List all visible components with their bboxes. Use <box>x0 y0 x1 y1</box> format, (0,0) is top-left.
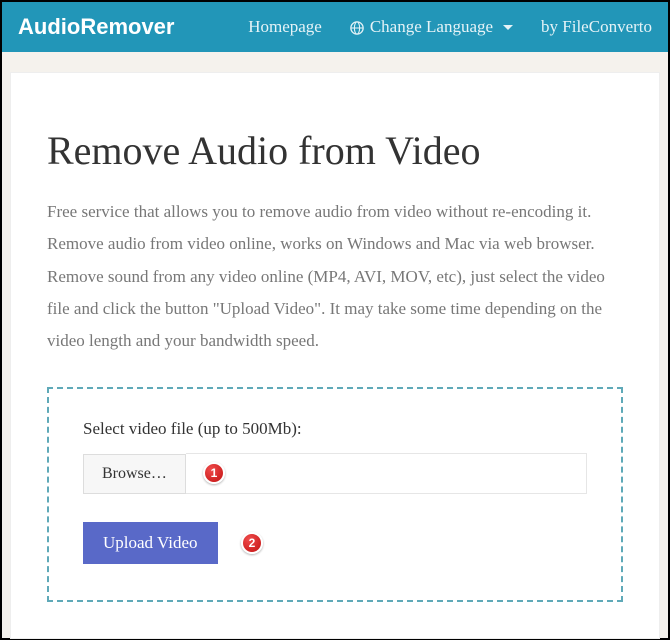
upload-panel: Select video file (up to 500Mb): Browse…… <box>47 387 623 602</box>
file-select-label: Select video file (up to 500Mb): <box>83 419 587 439</box>
upload-video-button[interactable]: Upload Video <box>83 522 218 564</box>
annotation-step-2: 2 <box>241 532 263 554</box>
page-title: Remove Audio from Video <box>47 127 623 174</box>
nav-links: Homepage Change Language by FileConverto <box>248 17 652 37</box>
nav-change-language-label: Change Language <box>370 17 493 37</box>
globe-icon <box>350 20 364 34</box>
page-description: Free service that allows you to remove a… <box>47 196 623 357</box>
main-content: Remove Audio from Video Free service tha… <box>10 72 660 639</box>
file-name-field[interactable] <box>186 453 587 494</box>
brand-logo[interactable]: AudioRemover <box>18 14 174 40</box>
chevron-down-icon <box>503 25 513 30</box>
nav-homepage[interactable]: Homepage <box>248 17 322 37</box>
file-input-row: Browse… 1 <box>83 453 587 494</box>
nav-by-fileconverto[interactable]: by FileConverto <box>541 17 652 37</box>
navbar: AudioRemover Homepage Change Language by… <box>2 2 668 52</box>
nav-change-language[interactable]: Change Language <box>350 17 513 37</box>
browse-button[interactable]: Browse… <box>83 454 186 494</box>
